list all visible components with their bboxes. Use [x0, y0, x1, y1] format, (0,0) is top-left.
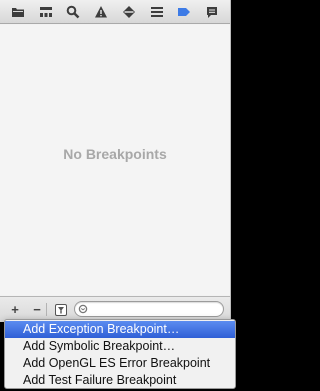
filter-search-field[interactable] [74, 301, 224, 317]
menu-item-symbolic-breakpoint[interactable]: Add Symbolic Breakpoint… [5, 338, 235, 355]
filter-toggle-icon[interactable] [55, 303, 67, 316]
add-breakpoint-button[interactable]: + [8, 302, 22, 317]
add-breakpoint-menu: Add Exception Breakpoint… Add Symbolic B… [4, 319, 236, 389]
menu-item-opengl-es-error-breakpoint[interactable]: Add OpenGL ES Error Breakpoint [5, 355, 235, 372]
search-icon [78, 304, 88, 314]
navigator-toolbar [0, 0, 230, 24]
test-icon[interactable] [120, 3, 138, 21]
warning-icon[interactable] [92, 3, 110, 21]
menu-item-test-failure-breakpoint[interactable]: Add Test Failure Breakpoint [5, 372, 235, 389]
folder-icon[interactable] [9, 3, 27, 21]
xcode-breakpoint-navigator: No Breakpoints + − Add Exception Breakpo… [0, 0, 240, 391]
divider [46, 303, 47, 316]
empty-state-label: No Breakpoints [63, 146, 167, 162]
log-icon[interactable] [203, 3, 221, 21]
navigator-panel: No Breakpoints + − [0, 0, 231, 322]
debug-icon[interactable] [148, 3, 166, 21]
find-icon[interactable] [64, 3, 82, 21]
breakpoint-icon[interactable] [175, 3, 193, 21]
search-input[interactable] [91, 302, 217, 316]
menu-item-exception-breakpoint[interactable]: Add Exception Breakpoint… [5, 321, 235, 338]
hierarchy-icon[interactable] [37, 3, 55, 21]
breakpoint-list[interactable]: No Breakpoints [0, 25, 230, 295]
remove-breakpoint-button[interactable]: − [30, 302, 44, 317]
